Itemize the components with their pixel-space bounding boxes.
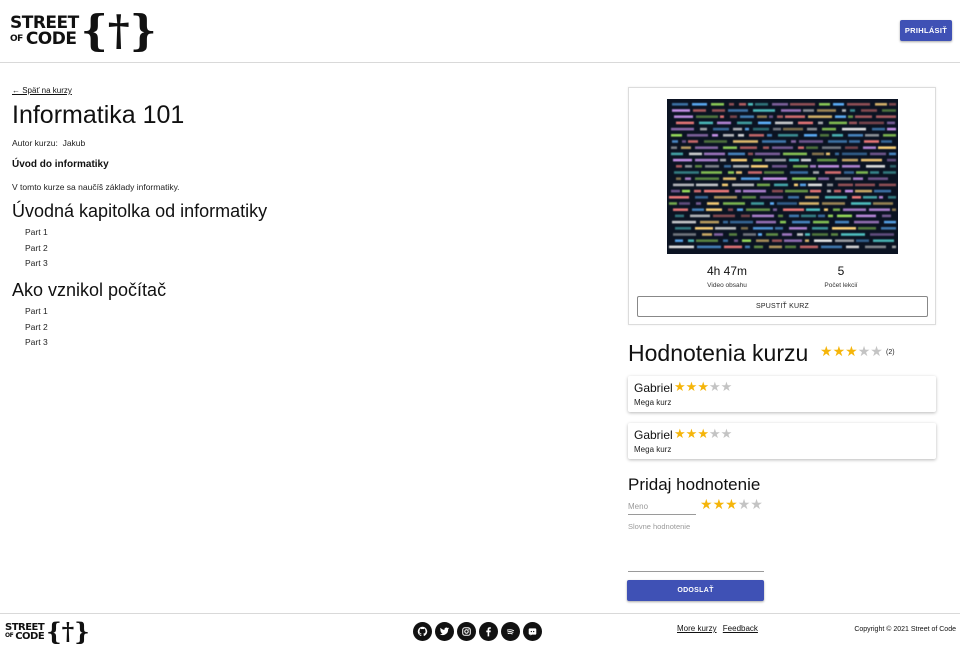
- lesson-count-label: Počet lekcií: [824, 282, 858, 289]
- review-author: Gabriel: [634, 428, 673, 442]
- feedback-link[interactable]: Feedback: [723, 624, 758, 633]
- video-duration-value: 4h 47m: [706, 264, 748, 278]
- chapter-part-item[interactable]: Part 1: [25, 306, 48, 316]
- footer-logo[interactable]: STREET OF CODE {†}: [5, 620, 90, 644]
- twitter-icon[interactable]: [435, 622, 454, 641]
- code-screen-graphic: [667, 99, 898, 254]
- login-button[interactable]: PRIHLÁSIŤ: [900, 20, 952, 41]
- back-to-courses-link[interactable]: ← Späť na kurzy: [12, 86, 72, 95]
- star-filled-icon: ★: [674, 380, 686, 395]
- logo-line2: CODE: [25, 29, 77, 49]
- author-label: Autor kurzu:: [12, 138, 58, 148]
- copyright-text: Copyright © 2021 Street of Code: [854, 626, 956, 633]
- rating-count: (2): [886, 349, 895, 356]
- star-empty-icon: ★: [708, 380, 721, 395]
- add-rating-title: Pridaj hodnotenie: [628, 475, 761, 494]
- start-course-button[interactable]: SPUSTIŤ KURZ: [637, 296, 928, 317]
- video-duration-label: Video obsahu: [707, 282, 747, 289]
- intro-text: V tomto kurze sa naučíš základy informat…: [12, 182, 180, 192]
- footer-logo-text: STREET OF CODE: [5, 622, 45, 642]
- chapter-part-item[interactable]: Part 2: [25, 322, 48, 332]
- comment-textarea[interactable]: [628, 522, 764, 572]
- intro-heading: Úvod do informatiky: [12, 159, 109, 170]
- star-empty-icon: ★: [720, 427, 733, 442]
- chapter-title: Ako vznikol počítač: [12, 280, 167, 300]
- star-filled-icon[interactable]: ★: [700, 498, 713, 512]
- star-filled-icon: ★: [697, 427, 709, 442]
- average-rating-stars: ★ ★ ★ ★ ★: [820, 345, 883, 359]
- logo-text: STREET OF CODE: [10, 14, 79, 49]
- star-filled-icon: ★: [820, 344, 833, 360]
- star-filled-icon: ★: [832, 344, 846, 360]
- site-footer: STREET OF CODE {†} More kurzy Feedback Co…: [0, 613, 960, 645]
- logo-of: OF: [10, 33, 23, 44]
- instagram-icon[interactable]: [457, 622, 476, 641]
- review-author: Gabriel: [634, 381, 673, 395]
- footer-links: More kurzy Feedback: [677, 624, 762, 633]
- logo-brace-icon: {†}: [80, 6, 157, 55]
- review-card: Gabriel ★ ★ ★ ★ ★ Mega kurz: [628, 376, 936, 412]
- review-text: Mega kurz: [634, 445, 672, 454]
- footer-logo-line2: CODE: [15, 631, 45, 642]
- ratings-title: Hodnotenia kurzu: [628, 340, 809, 366]
- rating-star-picker[interactable]: ★ ★ ★ ★ ★: [700, 498, 763, 512]
- submit-rating-button[interactable]: ODOSLAŤ: [627, 580, 764, 601]
- review-card: Gabriel ★ ★ ★ ★ ★ Mega kurz: [628, 423, 936, 459]
- author-name: Jakub: [62, 138, 86, 148]
- review-text: Mega kurz: [634, 398, 672, 407]
- chapter-part-item[interactable]: Part 3: [25, 258, 48, 268]
- star-filled-icon: ★: [685, 380, 698, 395]
- course-title: Informatika 101: [12, 101, 185, 129]
- site-header: STREET OF CODE {†} PRIHLÁSIŤ: [0, 0, 960, 63]
- chapter-part-item[interactable]: Part 1: [25, 227, 48, 237]
- github-icon[interactable]: [413, 622, 432, 641]
- course-author: Autor kurzu: Jakub: [12, 138, 85, 148]
- chapter-part-item[interactable]: Part 3: [25, 337, 48, 347]
- star-filled-icon[interactable]: ★: [725, 498, 738, 512]
- social-links: [413, 622, 542, 641]
- course-cover-image: [667, 99, 898, 254]
- site-logo[interactable]: STREET OF CODE {†}: [10, 9, 157, 53]
- footer-logo-brace-icon: {†}: [46, 617, 90, 645]
- more-courses-link[interactable]: More kurzy: [677, 624, 717, 633]
- star-filled-icon: ★: [674, 427, 686, 442]
- spotify-icon[interactable]: [501, 622, 520, 641]
- star-empty-icon: ★: [720, 380, 733, 395]
- star-empty-icon: ★: [857, 344, 871, 360]
- review-stars: ★ ★ ★ ★ ★: [674, 381, 732, 394]
- star-empty-icon[interactable]: ★: [738, 498, 751, 512]
- course-info-card: 4h 47m Video obsahu 5 Počet lekcií SPUST…: [628, 87, 936, 325]
- facebook-icon[interactable]: [479, 622, 498, 641]
- chapter-title: Úvodná kapitolka od informatiky: [12, 201, 268, 221]
- star-empty-icon: ★: [708, 427, 721, 442]
- review-stars: ★ ★ ★ ★ ★: [674, 428, 732, 441]
- lesson-count-value: 5: [837, 264, 845, 278]
- name-input[interactable]: [628, 498, 696, 515]
- star-empty-icon: ★: [870, 344, 883, 360]
- footer-logo-of: OF: [5, 632, 14, 640]
- star-filled-icon: ★: [685, 427, 698, 442]
- star-filled-icon[interactable]: ★: [713, 498, 726, 512]
- star-filled-icon: ★: [845, 344, 858, 360]
- discord-icon[interactable]: [523, 622, 542, 641]
- chapter-part-item[interactable]: Part 2: [25, 243, 48, 253]
- star-filled-icon: ★: [697, 380, 709, 395]
- star-empty-icon[interactable]: ★: [750, 498, 763, 512]
